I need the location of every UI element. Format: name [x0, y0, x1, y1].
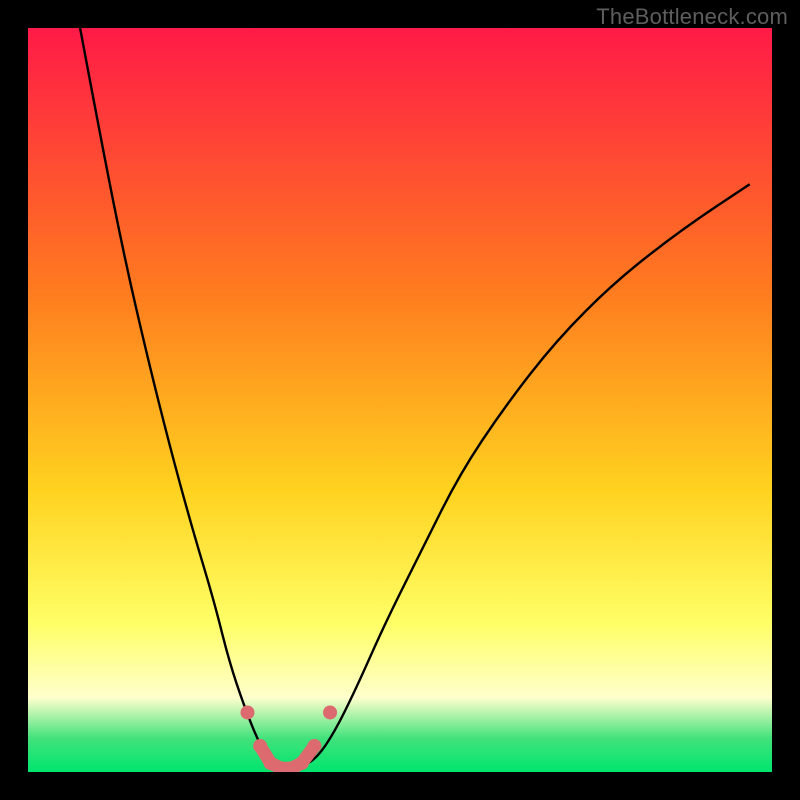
marker-dot — [307, 739, 321, 753]
chart-plot — [28, 28, 772, 772]
watermark-text: TheBottleneck.com — [596, 4, 788, 30]
gradient-background — [28, 28, 772, 772]
marker-dot — [295, 756, 309, 770]
marker-dot — [253, 739, 267, 753]
marker-dot — [240, 705, 254, 719]
chart-svg — [28, 28, 772, 772]
marker-dot — [323, 705, 337, 719]
stage: TheBottleneck.com — [0, 0, 800, 800]
